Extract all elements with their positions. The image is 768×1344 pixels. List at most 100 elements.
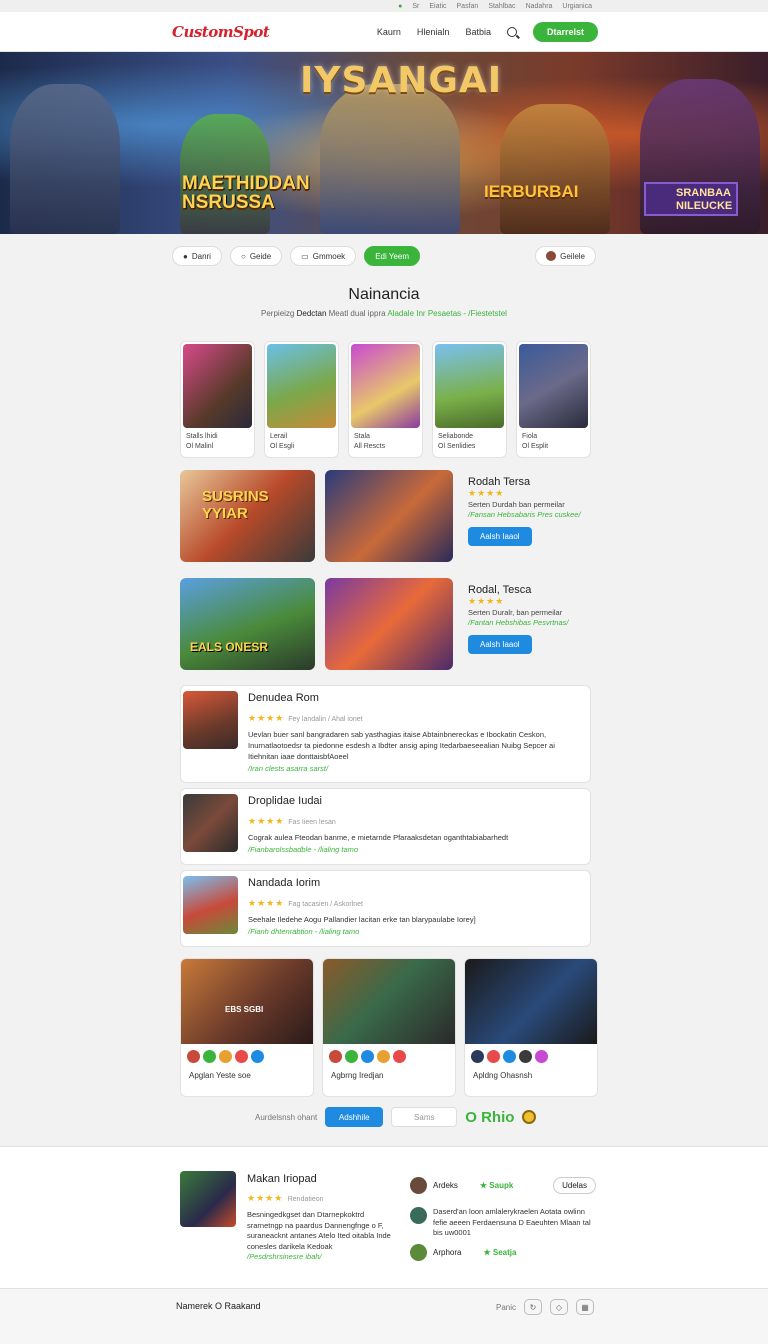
pager-secondary-button[interactable]: Sams <box>391 1107 458 1127</box>
game-card[interactable]: Stala All Rescts <box>348 341 423 458</box>
featured-row: EALS ONESR Rodal, Tesca ★★★★ Serten Dura… <box>180 578 600 670</box>
footer-link[interactable]: Panic <box>496 1303 516 1312</box>
sub-link[interactable]: Aladale Inr Pesaetas - /Fiestetstel <box>387 309 507 318</box>
filter-chip[interactable]: ▭ Gmmoek <box>290 246 357 266</box>
avatar-icon <box>503 1050 516 1063</box>
reviewer-avatar <box>183 794 238 852</box>
util-link[interactable]: Stahlbac <box>488 3 515 10</box>
video-icons <box>465 1044 597 1063</box>
row-action-button[interactable]: Aalsh Iaaol <box>468 635 532 654</box>
header-cta-button[interactable]: Dtarrelst <box>532 21 598 42</box>
video-label: Agbrng Iredjan <box>331 1071 384 1080</box>
side-item[interactable]: Arphora ★ Seatja <box>410 1244 596 1261</box>
share-icon[interactable]: ↻ <box>524 1299 542 1315</box>
util-link[interactable]: Pasfan <box>457 3 479 10</box>
avatar-icon <box>251 1050 264 1063</box>
pin-icon: ● <box>183 251 188 261</box>
avatar-icon <box>471 1050 484 1063</box>
avatar-icon <box>345 1050 358 1063</box>
hero-character-center <box>320 84 460 234</box>
util-link[interactable]: Urgianica <box>562 3 592 10</box>
pagination: Aurdelsnsh ohant Adshhile Sams O Rhio <box>255 1107 537 1127</box>
pager-text: Aurdelsnsh ohant <box>255 1112 318 1122</box>
video-icons <box>181 1044 313 1063</box>
shield-icon[interactable]: ◇ <box>550 1299 568 1315</box>
util-link[interactable]: Nadahra <box>526 3 553 10</box>
game-card[interactable]: Lerail Ol Esgli <box>264 341 339 458</box>
game-card-label: Lerail Ol Esgli <box>267 428 336 452</box>
side-pill-button[interactable]: Udelas <box>553 1177 596 1194</box>
review-text: Uevlan buer sanl bangradaren sab yasthag… <box>248 730 555 761</box>
review-card[interactable]: Droplidae Iudai ★★★★ Fas Iieen lesan Cogr… <box>180 788 591 865</box>
hero-left-title: MAETHIDDAN NSRUSSA <box>182 174 310 212</box>
side-rating: ★ Saupk <box>479 1181 514 1190</box>
nav-item[interactable]: Batbia <box>465 27 491 37</box>
game-thumbnail <box>351 344 420 428</box>
review-card[interactable]: Denudea Rom ★★★★ Fey landalin / Ahal ione… <box>180 685 591 783</box>
reviewer-avatar <box>183 691 238 749</box>
video-grid: EBS SGBI Apglan Yeste soe Agbrng Iredjan <box>180 958 598 1097</box>
side-item[interactable]: Ardeks ★ Saupk Udelas <box>410 1177 596 1194</box>
util-link[interactable]: Sr <box>412 3 419 10</box>
pager-primary-button[interactable]: Adshhile <box>325 1107 384 1127</box>
bottom-section: Makan Iriopad ★★★★ Rendatieon Besningedk… <box>0 1146 768 1288</box>
game-image[interactable] <box>325 470 453 562</box>
reviewer-name: Nandada Iorim <box>248 877 321 889</box>
main-nav: Kaurn Hlenialn Batbia Dtarrelst <box>377 21 598 42</box>
filter-chip[interactable]: ● Danri <box>172 246 222 266</box>
game-image[interactable]: EALS ONESR <box>180 578 315 670</box>
review-card[interactable]: Nandada Iorim ★★★★ Fag tacasien / Askorln… <box>180 870 591 947</box>
video-label: Apldng Ohasnsh <box>473 1071 533 1080</box>
card-line: Lerail <box>270 433 288 440</box>
review-meta: Fas Iieen lesan <box>288 819 336 826</box>
calendar-icon[interactable]: ▦ <box>576 1299 594 1315</box>
review-link[interactable]: /Iran clests asarra sarst/ <box>248 764 580 773</box>
game-card-label: Fiola Ol Esplit <box>519 428 588 452</box>
side-name: Arphora <box>433 1248 462 1257</box>
filter-chip[interactable]: ○ Geide <box>229 246 283 266</box>
nav-item[interactable]: Kaurn <box>377 27 401 37</box>
hero-mid-title: IERBURBAI <box>484 182 579 201</box>
site-logo[interactable]: CustomSpot <box>172 23 270 41</box>
user-chip[interactable]: Geilele <box>535 246 596 266</box>
avatar <box>410 1207 427 1224</box>
row-link[interactable]: /Fansan Hebsabaris Pres cuskee/ <box>468 510 588 519</box>
row-link[interactable]: /Fantan Hebshibas Pesvrtnas/ <box>468 618 588 627</box>
filter-chip-active[interactable]: Edi Yeem <box>364 246 420 266</box>
game-image[interactable] <box>325 578 453 670</box>
avatar-icon <box>219 1050 232 1063</box>
hero-left-line: NSRUSSA <box>182 192 275 213</box>
game-image[interactable]: SUSRINS YYIAR <box>180 470 315 562</box>
nav-item[interactable]: Hlenialn <box>417 27 450 37</box>
row-action-button[interactable]: Aalsh Iaaol <box>468 527 532 546</box>
status-dot-icon: ● <box>398 2 403 10</box>
search-icon[interactable] <box>506 26 517 37</box>
site-header: CustomSpot Kaurn Hlenialn Batbia Dtarrel… <box>0 12 768 52</box>
coin-icon <box>522 1110 537 1124</box>
video-card[interactable]: Agbrng Iredjan <box>322 958 456 1097</box>
game-card[interactable]: Seliabonde Ol Senlidies <box>432 341 507 458</box>
badge-line: NILEUCKE <box>676 200 733 212</box>
video-card[interactable]: Apldng Ohasnsh <box>464 958 598 1097</box>
review-link[interactable]: /Fianbarolssbadble - /lialing tamo <box>248 845 580 854</box>
side-rating: ★ Seatja <box>483 1248 517 1257</box>
game-card[interactable]: Stalls lhidi Ol Malinl <box>180 341 255 458</box>
review-text: Cograk aulea Fteodan banme, e mietarnde … <box>248 833 509 842</box>
review-link[interactable]: /Fianh dhtenrabtion - /lialing tamo <box>248 927 580 936</box>
video-thumbnail: EBS SGBI <box>181 959 313 1044</box>
pager-brand[interactable]: O Rhio <box>465 1109 514 1126</box>
video-card[interactable]: EBS SGBI Apglan Yeste soe <box>180 958 314 1097</box>
game-card[interactable]: Fiola Ol Esplit <box>516 341 591 458</box>
profile-link[interactable]: /Pesdrshrsinesre ibah/ <box>247 1252 397 1261</box>
util-link[interactable]: Eiatic <box>429 3 446 10</box>
sub-text: Perpieizg <box>261 309 295 318</box>
card-line: Seliabonde <box>438 433 474 440</box>
hero-badge[interactable]: SRANBAA NILEUCKE <box>644 182 738 216</box>
video-label: Apglan Yeste soe <box>189 1071 251 1080</box>
profile-avatar <box>180 1171 236 1227</box>
avatar <box>410 1244 427 1261</box>
reviewer-name: Droplidae Iudai <box>248 795 322 807</box>
side-text: Daserd'an loon amlalerykraelen Aotata ow… <box>433 1207 591 1237</box>
game-thumbnail <box>519 344 588 428</box>
review-text: Seehale Iledehe Aogu Pallandier lacitan … <box>248 915 476 924</box>
